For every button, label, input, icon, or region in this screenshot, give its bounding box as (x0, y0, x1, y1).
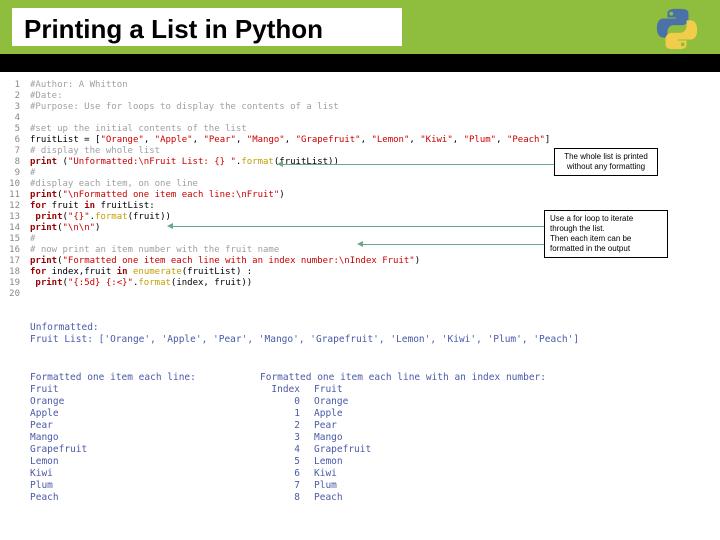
output-formatted-list: Formatted one item each line:FruitOrange… (30, 372, 196, 504)
out1-line1: Unformatted: (30, 322, 579, 334)
slide-header: Printing a List in Python (0, 0, 720, 72)
code-block: 1#Author: A Whitton2#Date:3#Purpose: Use… (2, 80, 550, 300)
python-logo-icon (654, 6, 700, 57)
output-indexed-list: Formatted one item each line with an ind… (260, 372, 546, 504)
out1-line2: Fruit List: ['Orange', 'Apple', 'Pear', … (30, 334, 579, 346)
arrow-3 (360, 244, 544, 245)
callout-for-loop: Use a for loop to iterate through the li… (544, 210, 668, 258)
callout-whole-list: The whole list is printed without any fo… (554, 148, 658, 176)
arrow-1 (280, 164, 554, 165)
arrow-2 (170, 226, 544, 227)
slide-title: Printing a List in Python (24, 14, 323, 45)
header-black-bar (0, 54, 720, 72)
output-unformatted: Unformatted: Fruit List: ['Orange', 'App… (30, 322, 579, 346)
